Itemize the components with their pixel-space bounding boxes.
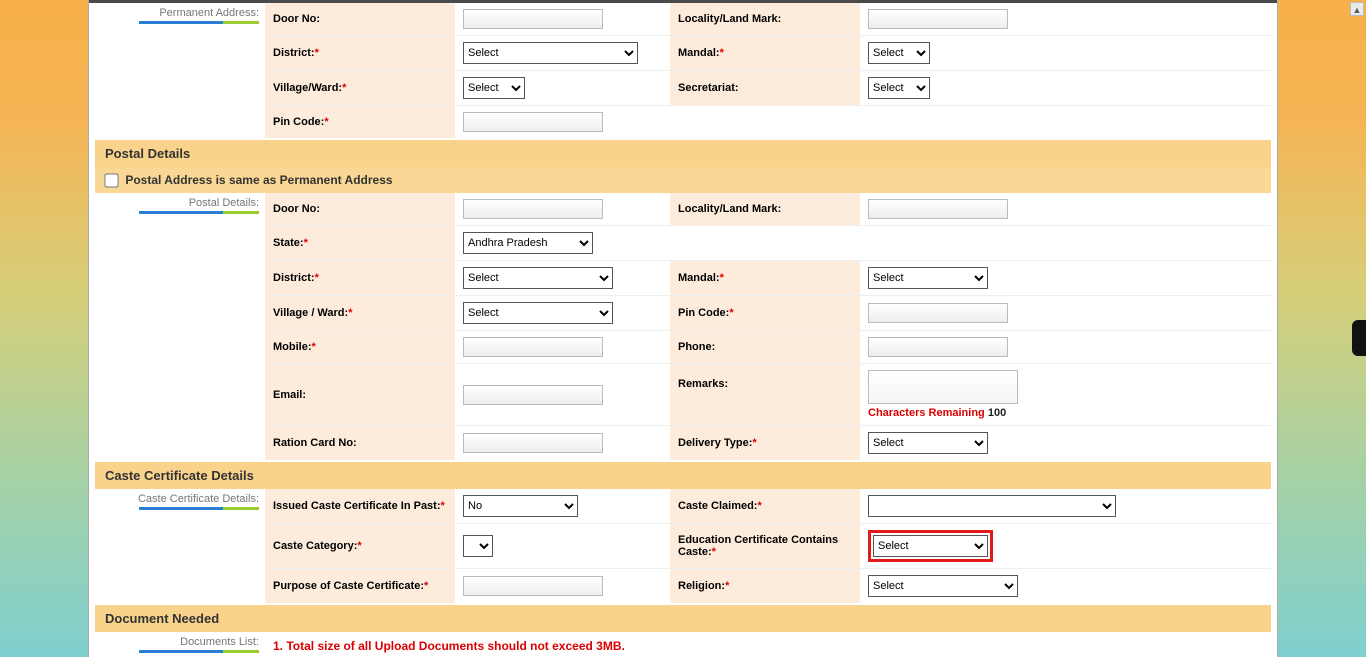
label-door-no: Door No: [265,3,455,36]
label-district: District: [273,47,315,59]
label-postal-mandal: Mandal: [678,272,720,284]
perm-door-no-input[interactable] [463,9,603,29]
postal-pincode-input[interactable] [868,303,1008,323]
label-postal-locality: Locality/Land Mark: [670,193,860,226]
postal-mandal-select[interactable]: Select [868,267,988,289]
label-issued-past: Issued Caste Certificate In Past: [273,500,441,512]
label-religion: Religion: [678,580,725,592]
side-feedback-tab[interactable] [1352,320,1366,356]
postal-email-input[interactable] [463,385,603,405]
label-postal-state: State: [273,237,304,249]
postal-same-label: Postal Address is same as Permanent Addr… [125,173,392,187]
viewport[interactable]: ▲ Permanent Address: Door No: [0,0,1366,657]
perm-pincode-input[interactable] [463,112,603,132]
perm-secretariat-select[interactable]: Select [868,77,930,99]
postal-ration-input[interactable] [463,433,603,453]
postal-details-title: Postal Details: [189,197,259,209]
label-village: Village/Ward: [273,82,342,94]
postal-locality-input[interactable] [868,199,1008,219]
caste-issued-past-select[interactable]: No [463,495,578,517]
underline-accent [139,507,259,510]
documents-block: Documents List: 1. Total size of all Upl… [95,632,1271,657]
label-postal-district: District: [273,272,315,284]
caste-purpose-input[interactable] [463,576,603,596]
highlight-edu-cert: Select [868,530,993,562]
caste-category-select[interactable] [463,535,493,557]
underline-accent [139,650,259,653]
underline-accent [139,21,259,24]
postal-phone-input[interactable] [868,337,1008,357]
perm-locality-input[interactable] [868,9,1008,29]
postal-same-checkbox[interactable] [104,174,118,188]
postal-delivery-select[interactable]: Select [868,432,988,454]
caste-details-title: Caste Certificate Details: [138,493,259,505]
caste-religion-select[interactable]: Select [868,575,1018,597]
label-mandal: Mandal: [678,47,720,59]
underline-accent [139,211,259,214]
caste-edu-cert-select[interactable]: Select [873,535,988,557]
label-caste-category: Caste Category: [273,540,357,552]
label-caste-claimed: Caste Claimed: [678,500,757,512]
label-purpose: Purpose of Caste Certificate: [273,580,424,592]
char-remaining-label: Characters Remaining [868,407,985,419]
permanent-address-title: Permanent Address: [159,7,259,19]
perm-mandal-select[interactable]: Select [868,42,930,64]
label-postal-village: Village / Ward: [273,307,348,319]
postal-state-select[interactable]: Andhra Pradesh [463,232,593,254]
label-postal-phone: Phone: [670,331,860,364]
postal-door-input[interactable] [463,199,603,219]
doc-note-1: 1. Total size of all Upload Documents sh… [273,636,1263,656]
label-locality: Locality/Land Mark: [670,3,860,36]
label-postal-mobile: Mobile: [273,341,312,353]
scroll-up-arrow[interactable]: ▲ [1350,2,1364,16]
label-secretariat: Secretariat: [670,71,860,106]
label-postal-remarks: Remarks: [670,364,860,426]
page-container: Permanent Address: Door No: Locality/Lan… [88,0,1278,657]
label-postal-delivery: Delivery Type: [678,437,752,449]
postal-same-row: Postal Address is same as Permanent Addr… [95,167,1271,193]
perm-village-select[interactable]: Select [463,77,525,99]
perm-district-select[interactable]: Select [463,42,638,64]
section-document-needed: Document Needed [95,605,1271,632]
char-remaining-count: 100 [988,407,1006,419]
label-postal-pincode: Pin Code: [678,307,729,319]
documents-list-title: Documents List: [180,636,259,648]
postal-district-select[interactable]: Select [463,267,613,289]
permanent-address-block: Permanent Address: Door No: Locality/Lan… [95,3,1271,138]
caste-claimed-select[interactable] [868,495,1116,517]
label-pincode: Pin Code: [273,116,324,128]
caste-details-block: Caste Certificate Details: Issued Caste … [95,489,1271,603]
label-edu-cert: Education Certificate Contains Caste: [678,534,838,558]
label-postal-door: Door No: [265,193,455,226]
label-postal-email: Email: [265,364,455,426]
postal-details-block: Postal Details: Door No: Locality/Land M… [95,193,1271,460]
postal-mobile-input[interactable] [463,337,603,357]
label-postal-ration: Ration Card No: [265,426,455,461]
postal-village-select[interactable]: Select [463,302,613,324]
section-caste-details: Caste Certificate Details [95,462,1271,489]
postal-remarks-textarea[interactable] [868,370,1018,404]
section-postal-details: Postal Details [95,140,1271,167]
